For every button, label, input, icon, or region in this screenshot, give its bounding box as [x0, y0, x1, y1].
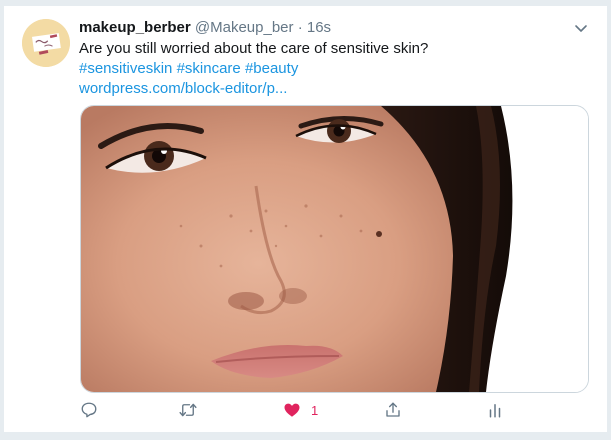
share-button[interactable] [384, 400, 402, 420]
tweet-header: makeup_berber @Makeup_ber · 16s [79, 18, 331, 38]
separator-dot: · [297, 19, 303, 36]
tweet-card[interactable]: makeup_berber @Makeup_ber · 16s Are you … [4, 6, 607, 432]
timestamp[interactable]: 16s [307, 19, 331, 36]
tweet-image[interactable] [80, 105, 589, 393]
retweet-icon [179, 403, 197, 417]
chevron-down-icon[interactable] [573, 20, 589, 36]
avatar-logo-icon [22, 19, 70, 67]
display-name[interactable]: makeup_berber [79, 19, 191, 36]
hashtag-skincare[interactable]: #skincare [177, 60, 241, 77]
tweet-sentence: Are you still worried about the care of … [79, 40, 429, 57]
heart-filled-icon [284, 403, 300, 417]
like-count: 1 [311, 402, 319, 418]
hashtag-beauty[interactable]: #beauty [245, 60, 298, 77]
tweet-text: Are you still worried about the care of … [79, 39, 584, 99]
like-button[interactable]: 1 [283, 400, 318, 420]
user-handle[interactable]: @Makeup_ber [195, 19, 294, 36]
tweet-actions: 1 [4, 400, 607, 426]
face-photo [81, 106, 588, 392]
hashtag-sensitiveskin[interactable]: #sensitiveskin [79, 60, 172, 77]
retweet-button[interactable] [178, 400, 198, 420]
avatar[interactable] [22, 19, 70, 67]
hashtag-line: #sensitiveskin #skincare #beauty [79, 59, 584, 79]
reply-button[interactable] [80, 400, 98, 420]
tweet-link[interactable]: wordpress.com/block-editor/p... [79, 79, 584, 99]
share-icon [386, 402, 400, 417]
reply-icon [81, 402, 97, 418]
analytics-icon [489, 404, 501, 418]
analytics-button[interactable] [486, 400, 504, 420]
